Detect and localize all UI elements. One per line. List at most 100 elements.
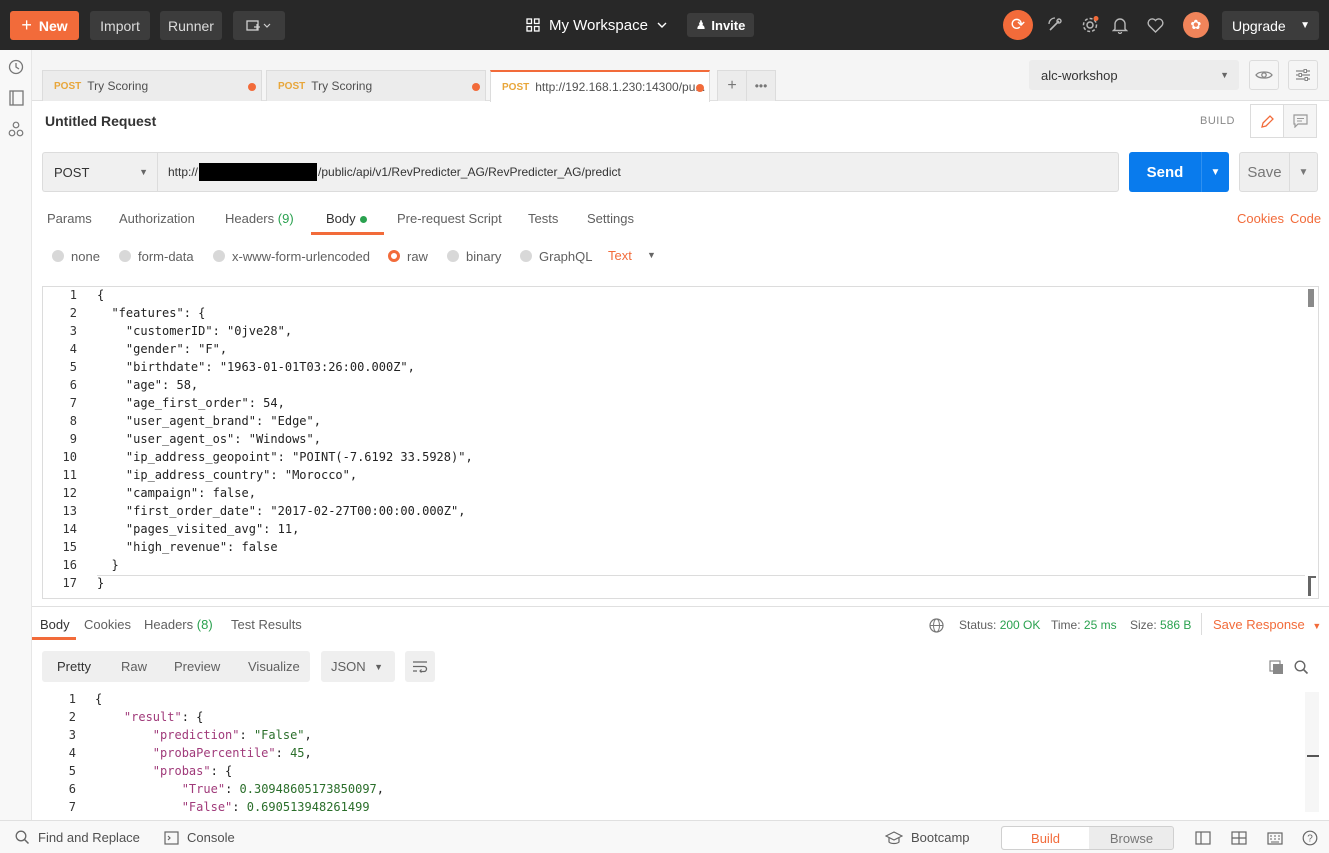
response-tab-cookies[interactable]: Cookies: [84, 617, 131, 632]
new-button[interactable]: + New: [10, 11, 79, 40]
manage-environments-button[interactable]: [1288, 60, 1318, 90]
bootcamp-label: Bootcamp: [911, 830, 970, 845]
response-tab-headers[interactable]: Headers (8): [144, 617, 213, 632]
workspace-label: My Workspace: [549, 16, 648, 34]
build-browse-toggle: Build Browse: [1001, 826, 1174, 850]
url-input[interactable]: http:// /public/api/v1/RevPredicter_AG/R…: [157, 152, 1119, 192]
build-toggle[interactable]: Build: [1002, 827, 1089, 849]
caret-down-icon: ▼: [1210, 166, 1221, 178]
save-options-button[interactable]: ▼: [1290, 152, 1318, 192]
bootcamp-button[interactable]: Bootcamp: [885, 830, 970, 845]
time-value: 25 ms: [1083, 618, 1117, 632]
left-sidebar: [0, 50, 32, 820]
console-button[interactable]: Console: [164, 830, 235, 845]
copy-icon[interactable]: [1265, 656, 1287, 678]
upgrade-button[interactable]: Upgrade ▼: [1222, 11, 1319, 40]
import-button[interactable]: Import: [90, 11, 150, 40]
method-select[interactable]: POST ▼: [42, 152, 158, 192]
body-type-none[interactable]: none: [52, 248, 100, 264]
editor-scrollbar[interactable]: [1308, 289, 1314, 307]
line-number: 10: [62, 450, 77, 464]
response-format-select[interactable]: JSON ▼: [321, 651, 395, 682]
body-type-binary[interactable]: binary: [447, 248, 501, 264]
view-visualize[interactable]: Visualize: [248, 659, 300, 674]
line-number: 4: [69, 342, 77, 356]
environment-quick-look-button[interactable]: [1249, 60, 1279, 90]
comment-icon: [1292, 114, 1308, 128]
wrap-lines-button[interactable]: [405, 651, 435, 682]
tab-settings[interactable]: Settings: [587, 211, 634, 235]
bell-icon[interactable]: [1109, 14, 1131, 36]
caret-down-icon[interactable]: ▼: [647, 250, 656, 260]
tab-prerequest-script[interactable]: Pre-request Script: [397, 211, 502, 235]
save-response-button[interactable]: Save Response ▼: [1213, 617, 1321, 632]
settings-icon[interactable]: [1079, 14, 1101, 36]
history-icon[interactable]: [6, 57, 26, 77]
response-tab-test-results[interactable]: Test Results: [231, 617, 302, 632]
globe-icon[interactable]: [927, 616, 945, 634]
response-time[interactable]: Time: 25 ms: [1051, 618, 1117, 632]
environment-select[interactable]: alc-workshop ▼: [1029, 60, 1239, 90]
cookies-link[interactable]: Cookies: [1237, 211, 1284, 226]
runner-button[interactable]: Runner: [160, 11, 222, 40]
save-button[interactable]: Save: [1239, 152, 1290, 192]
view-raw[interactable]: Raw: [121, 659, 147, 674]
response-tab-body[interactable]: Body: [40, 617, 70, 632]
tab-tests[interactable]: Tests: [528, 211, 558, 235]
keyboard-shortcuts-icon[interactable]: [1266, 829, 1284, 847]
active-tab-underline: [311, 232, 384, 235]
tab-headers[interactable]: Headers (9): [225, 211, 294, 235]
new-window-button[interactable]: [233, 11, 285, 40]
view-pretty[interactable]: Pretty: [57, 659, 91, 674]
code-text: "False": 0.690513948261499: [181, 800, 370, 811]
body-type-urlencoded[interactable]: x-www-form-urlencoded: [213, 248, 370, 264]
tab-authorization[interactable]: Authorization: [119, 211, 195, 235]
raw-format-select[interactable]: Text: [608, 248, 632, 263]
code-link[interactable]: Code: [1290, 211, 1321, 226]
invite-button[interactable]: ♟ Invite: [687, 13, 754, 37]
response-size[interactable]: Size: 586 B: [1130, 618, 1191, 632]
response-scrollbar[interactable]: [1305, 692, 1319, 812]
request-tab[interactable]: POST Try Scoring: [266, 70, 486, 101]
tab-label: Try Scoring: [87, 79, 149, 93]
request-body-editor[interactable]: 1{2 "features": {3 "customerID": "0jve28…: [42, 286, 1319, 599]
status-label: Status:: [959, 618, 997, 632]
response-body-viewer[interactable]: 1{2 "result": {3 "prediction": "False", 4…: [42, 691, 1319, 811]
layout-icon[interactable]: [1230, 829, 1248, 847]
line-number: 3: [69, 324, 77, 338]
code-line: 4 "gender": "F",: [43, 342, 1318, 360]
heart-icon[interactable]: [1144, 14, 1166, 36]
request-response-divider[interactable]: [32, 606, 1329, 607]
view-preview[interactable]: Preview: [174, 659, 220, 674]
request-tab[interactable]: POST Try Scoring: [42, 70, 262, 101]
interceptor-icon[interactable]: [1044, 14, 1066, 36]
two-pane-view-icon[interactable]: [1194, 829, 1212, 847]
body-type-raw[interactable]: raw: [388, 248, 428, 264]
code-line: 3 "customerID": "0jve28",: [43, 324, 1318, 342]
edit-button[interactable]: [1250, 104, 1284, 138]
grid-icon: [526, 18, 540, 32]
help-icon[interactable]: ?: [1301, 829, 1319, 847]
request-tab-active[interactable]: POST http://192.168.1.230:14300/pu...: [490, 70, 710, 102]
search-icon[interactable]: [1290, 656, 1312, 678]
body-type-form-data[interactable]: form-data: [119, 248, 194, 264]
find-replace-button[interactable]: Find and Replace: [15, 830, 140, 845]
apis-icon[interactable]: [6, 119, 26, 139]
tab-params[interactable]: Params: [47, 211, 92, 235]
comments-button[interactable]: [1283, 104, 1317, 138]
browse-toggle[interactable]: Browse: [1089, 827, 1174, 849]
send-button[interactable]: Send: [1129, 152, 1201, 192]
new-tab-button[interactable]: +: [717, 70, 747, 101]
avatar[interactable]: ✿: [1183, 12, 1209, 38]
collections-icon[interactable]: [6, 88, 26, 108]
tab-options-button[interactable]: •••: [746, 70, 776, 101]
sync-icon[interactable]: ⟳: [1003, 10, 1033, 40]
send-options-button[interactable]: ▼: [1201, 152, 1229, 192]
request-title[interactable]: Untitled Request: [45, 113, 156, 129]
workspace-selector[interactable]: My Workspace: [526, 13, 667, 37]
code-text: "result": {: [123, 710, 204, 724]
body-type-graphql[interactable]: GraphQL: [520, 248, 592, 264]
editor-resize-handle[interactable]: [1308, 576, 1316, 596]
response-scroll-thumb[interactable]: [1307, 755, 1319, 757]
line-number: 6: [69, 378, 77, 392]
